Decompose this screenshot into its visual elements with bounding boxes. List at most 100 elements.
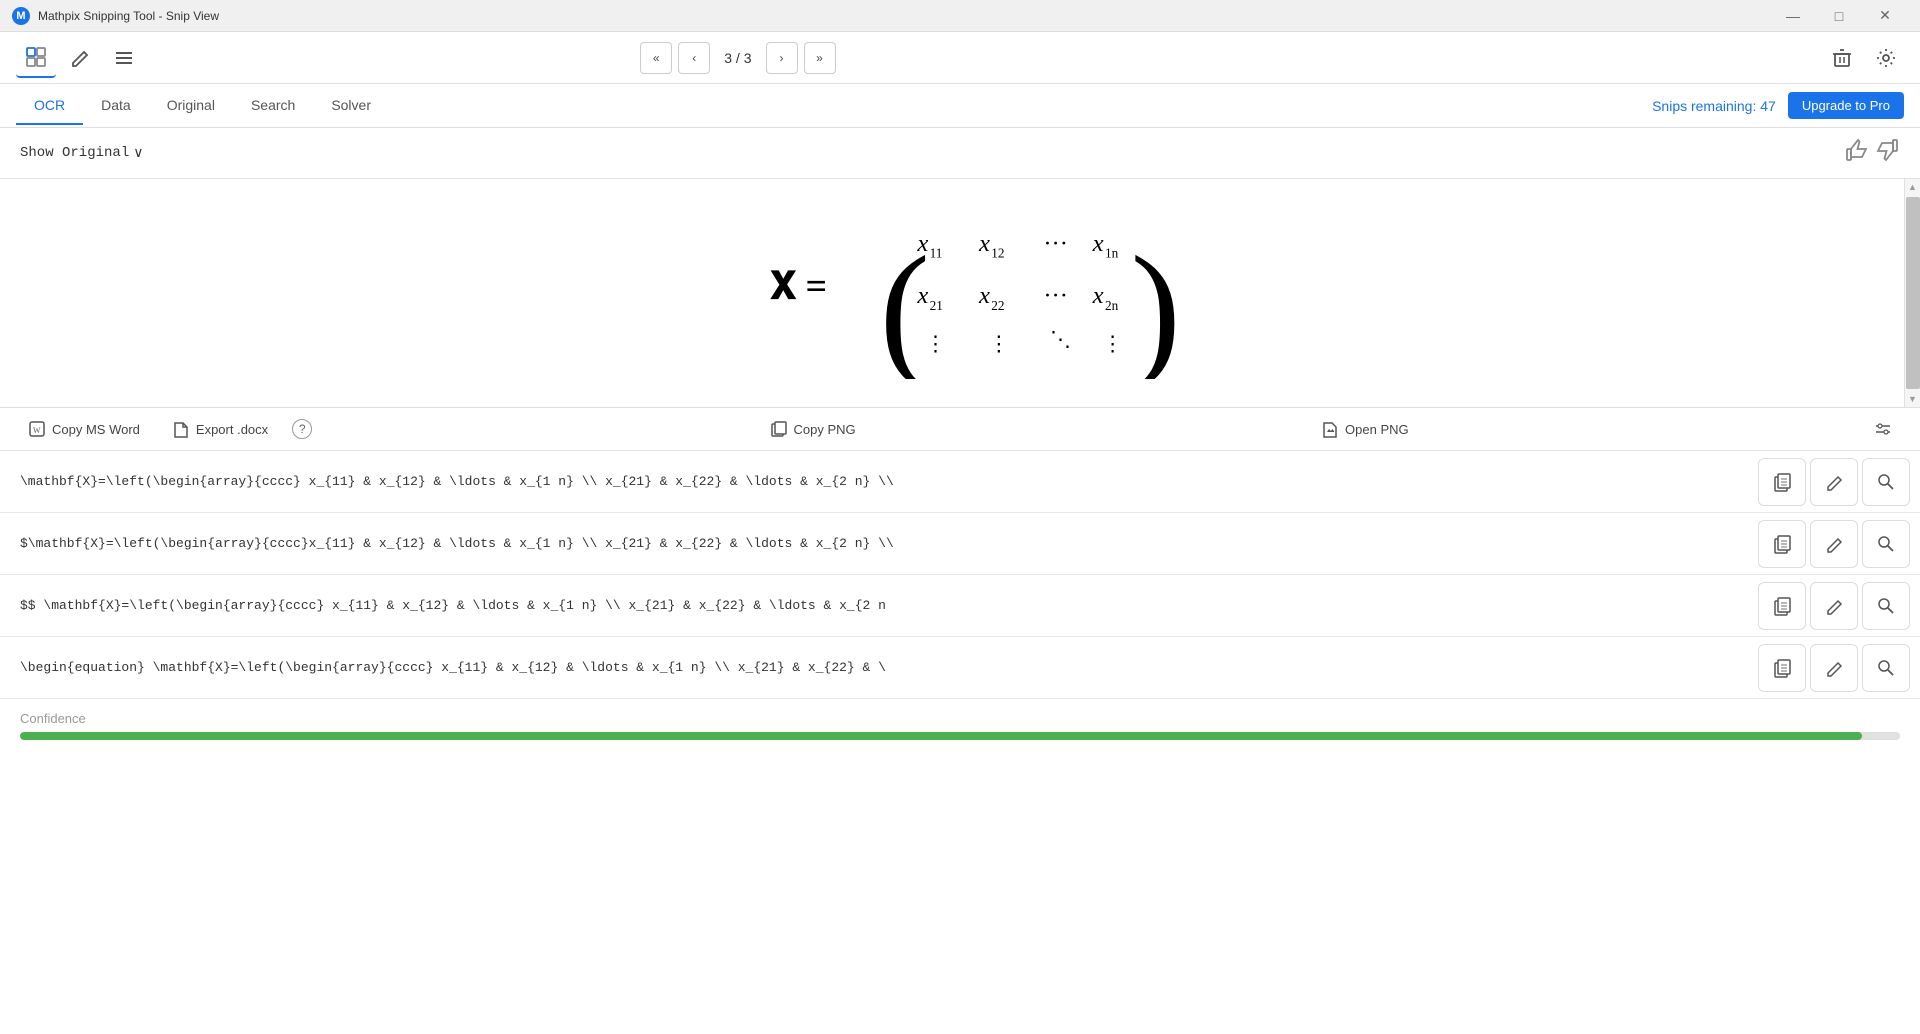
tab-data[interactable]: Data bbox=[83, 87, 149, 125]
svg-text:𝐗 =: 𝐗 = bbox=[770, 265, 828, 307]
latex-actions-2 bbox=[1756, 518, 1920, 570]
help-button[interactable]: ? bbox=[292, 419, 312, 439]
thumbs-up-icon bbox=[1844, 138, 1868, 162]
search-icon-3 bbox=[1876, 596, 1896, 616]
tab-search[interactable]: Search bbox=[233, 87, 313, 125]
svg-text:x: x bbox=[1092, 282, 1104, 309]
close-button[interactable]: ✕ bbox=[1862, 0, 1908, 32]
svg-text:⋱: ⋱ bbox=[1050, 327, 1071, 351]
tab-ocr[interactable]: OCR bbox=[16, 87, 83, 125]
edit-icon bbox=[69, 47, 91, 69]
maximize-button[interactable]: □ bbox=[1816, 0, 1862, 32]
export-settings-icon bbox=[1874, 420, 1892, 438]
scroll-down-arrow[interactable]: ▼ bbox=[1905, 391, 1920, 407]
thumbs-down-button[interactable] bbox=[1876, 138, 1900, 168]
search-icon-1 bbox=[1876, 472, 1896, 492]
confidence-label: Confidence bbox=[20, 711, 1900, 726]
tab-original[interactable]: Original bbox=[149, 87, 233, 125]
table-row: \mathbf{X}=\left(\begin{array}{cccc} x_{… bbox=[0, 451, 1920, 513]
thumbs-up-button[interactable] bbox=[1844, 138, 1868, 168]
table-row: $$ \mathbf{X}=\left(\begin{array}{cccc} … bbox=[0, 575, 1920, 637]
search-button-3[interactable] bbox=[1862, 582, 1910, 630]
upgrade-button[interactable]: Upgrade to Pro bbox=[1788, 92, 1904, 119]
clipboard-icon-2 bbox=[1772, 534, 1792, 554]
clipboard-icon-3 bbox=[1772, 596, 1792, 616]
nav-last-button[interactable]: » bbox=[804, 42, 836, 74]
latex-text-3: $$ \mathbf{X}=\left(\begin{array}{cccc} … bbox=[0, 586, 1756, 625]
copy-icon bbox=[770, 420, 788, 438]
latex-text-1: \mathbf{X}=\left(\begin{array}{cccc} x_{… bbox=[0, 462, 1756, 501]
show-original-bar: Show Original ∨ bbox=[0, 128, 1920, 179]
open-png-label: Open PNG bbox=[1345, 422, 1409, 437]
copy-button-1[interactable] bbox=[1758, 458, 1806, 506]
app-title: Mathpix Snipping Tool - Snip View bbox=[38, 9, 219, 23]
menu-icon bbox=[113, 47, 135, 69]
svg-text:21: 21 bbox=[930, 298, 943, 313]
matrix-svg: 𝐗 = ( ) x 11 x 12 ··· x 1n x 21 x 22 ···… bbox=[720, 199, 1200, 379]
confidence-bar bbox=[20, 732, 1900, 740]
search-button-4[interactable] bbox=[1862, 644, 1910, 692]
tab-solver[interactable]: Solver bbox=[313, 87, 389, 125]
svg-text:⋮: ⋮ bbox=[925, 332, 946, 356]
scroll-up-arrow[interactable]: ▲ bbox=[1905, 179, 1920, 195]
delete-button[interactable] bbox=[1824, 40, 1860, 76]
settings-button[interactable] bbox=[1868, 40, 1904, 76]
edit-icon-4 bbox=[1824, 658, 1844, 678]
minimize-button[interactable]: — bbox=[1770, 0, 1816, 32]
copy-button-2[interactable] bbox=[1758, 520, 1806, 568]
latex-actions-4 bbox=[1756, 642, 1920, 694]
nav-next-button[interactable]: › bbox=[766, 42, 798, 74]
show-original-toggle[interactable]: Show Original ∨ bbox=[20, 145, 143, 162]
app-logo: M bbox=[12, 7, 30, 25]
word-icon: W bbox=[28, 420, 46, 438]
svg-text:x: x bbox=[978, 230, 990, 257]
copy-button-4[interactable] bbox=[1758, 644, 1806, 692]
clipboard-icon bbox=[1772, 472, 1792, 492]
svg-text:⋮: ⋮ bbox=[988, 332, 1009, 356]
open-png-button[interactable]: Open PNG bbox=[1313, 416, 1417, 442]
tabs-bar: OCR Data Original Search Solver Snips re… bbox=[0, 84, 1920, 128]
table-row: $\mathbf{X}=\left(\begin{array}{cccc}x_{… bbox=[0, 513, 1920, 575]
latex-text-4: \begin{equation} \mathbf{X}=\left(\begin… bbox=[0, 648, 1756, 687]
latex-actions-1 bbox=[1756, 456, 1920, 508]
copy-word-label: Copy MS Word bbox=[52, 422, 140, 437]
confidence-section: Confidence bbox=[0, 699, 1920, 746]
search-button-2[interactable] bbox=[1862, 520, 1910, 568]
latex-container: \mathbf{X}=\left(\begin{array}{cccc} x_{… bbox=[0, 451, 1920, 699]
titlebar: M Mathpix Snipping Tool - Snip View — □ … bbox=[0, 0, 1920, 32]
svg-text:···: ··· bbox=[1043, 282, 1068, 309]
edit-icon-3 bbox=[1824, 596, 1844, 616]
search-button-1[interactable] bbox=[1862, 458, 1910, 506]
svg-text:2n: 2n bbox=[1105, 298, 1119, 313]
open-png-icon bbox=[1321, 420, 1339, 438]
nav-prev-button[interactable]: ‹ bbox=[678, 42, 710, 74]
edit-button-4[interactable] bbox=[1810, 644, 1858, 692]
preview-scrollbar[interactable]: ▲ ▼ bbox=[1904, 179, 1920, 407]
window-controls: — □ ✕ bbox=[1770, 0, 1908, 32]
edit-button-1[interactable] bbox=[1810, 458, 1858, 506]
copy-word-button[interactable]: W Copy MS Word bbox=[20, 416, 148, 442]
confidence-fill bbox=[20, 732, 1862, 740]
scroll-thumb[interactable] bbox=[1906, 197, 1920, 389]
copy-button-3[interactable] bbox=[1758, 582, 1806, 630]
svg-text:x: x bbox=[916, 282, 928, 309]
snips-remaining: Snips remaining: 47 bbox=[1652, 98, 1776, 114]
table-row: \begin{equation} \mathbf{X}=\left(\begin… bbox=[0, 637, 1920, 699]
edit-button-2[interactable] bbox=[1810, 520, 1858, 568]
math-preview: 𝐗 = ( ) x 11 x 12 ··· x 1n x 21 x 22 ···… bbox=[0, 179, 1920, 408]
gear-icon bbox=[1875, 47, 1897, 69]
menu-button[interactable] bbox=[104, 38, 144, 78]
svg-text:22: 22 bbox=[991, 298, 1004, 313]
snip-button[interactable] bbox=[16, 38, 56, 78]
export-docx-button[interactable]: Export .docx bbox=[164, 416, 276, 442]
show-original-label: Show Original bbox=[20, 145, 129, 161]
export-settings-button[interactable] bbox=[1866, 416, 1900, 442]
edit-button-3[interactable] bbox=[1810, 582, 1858, 630]
svg-text:): ) bbox=[1131, 225, 1181, 379]
edit-icon-2 bbox=[1824, 534, 1844, 554]
svg-text:12: 12 bbox=[991, 246, 1004, 261]
nav-first-button[interactable]: « bbox=[640, 42, 672, 74]
copy-png-button[interactable]: Copy PNG bbox=[762, 416, 864, 442]
edit-button[interactable] bbox=[60, 38, 100, 78]
math-rendered: 𝐗 = ( ) x 11 x 12 ··· x 1n x 21 x 22 ···… bbox=[720, 199, 1200, 387]
